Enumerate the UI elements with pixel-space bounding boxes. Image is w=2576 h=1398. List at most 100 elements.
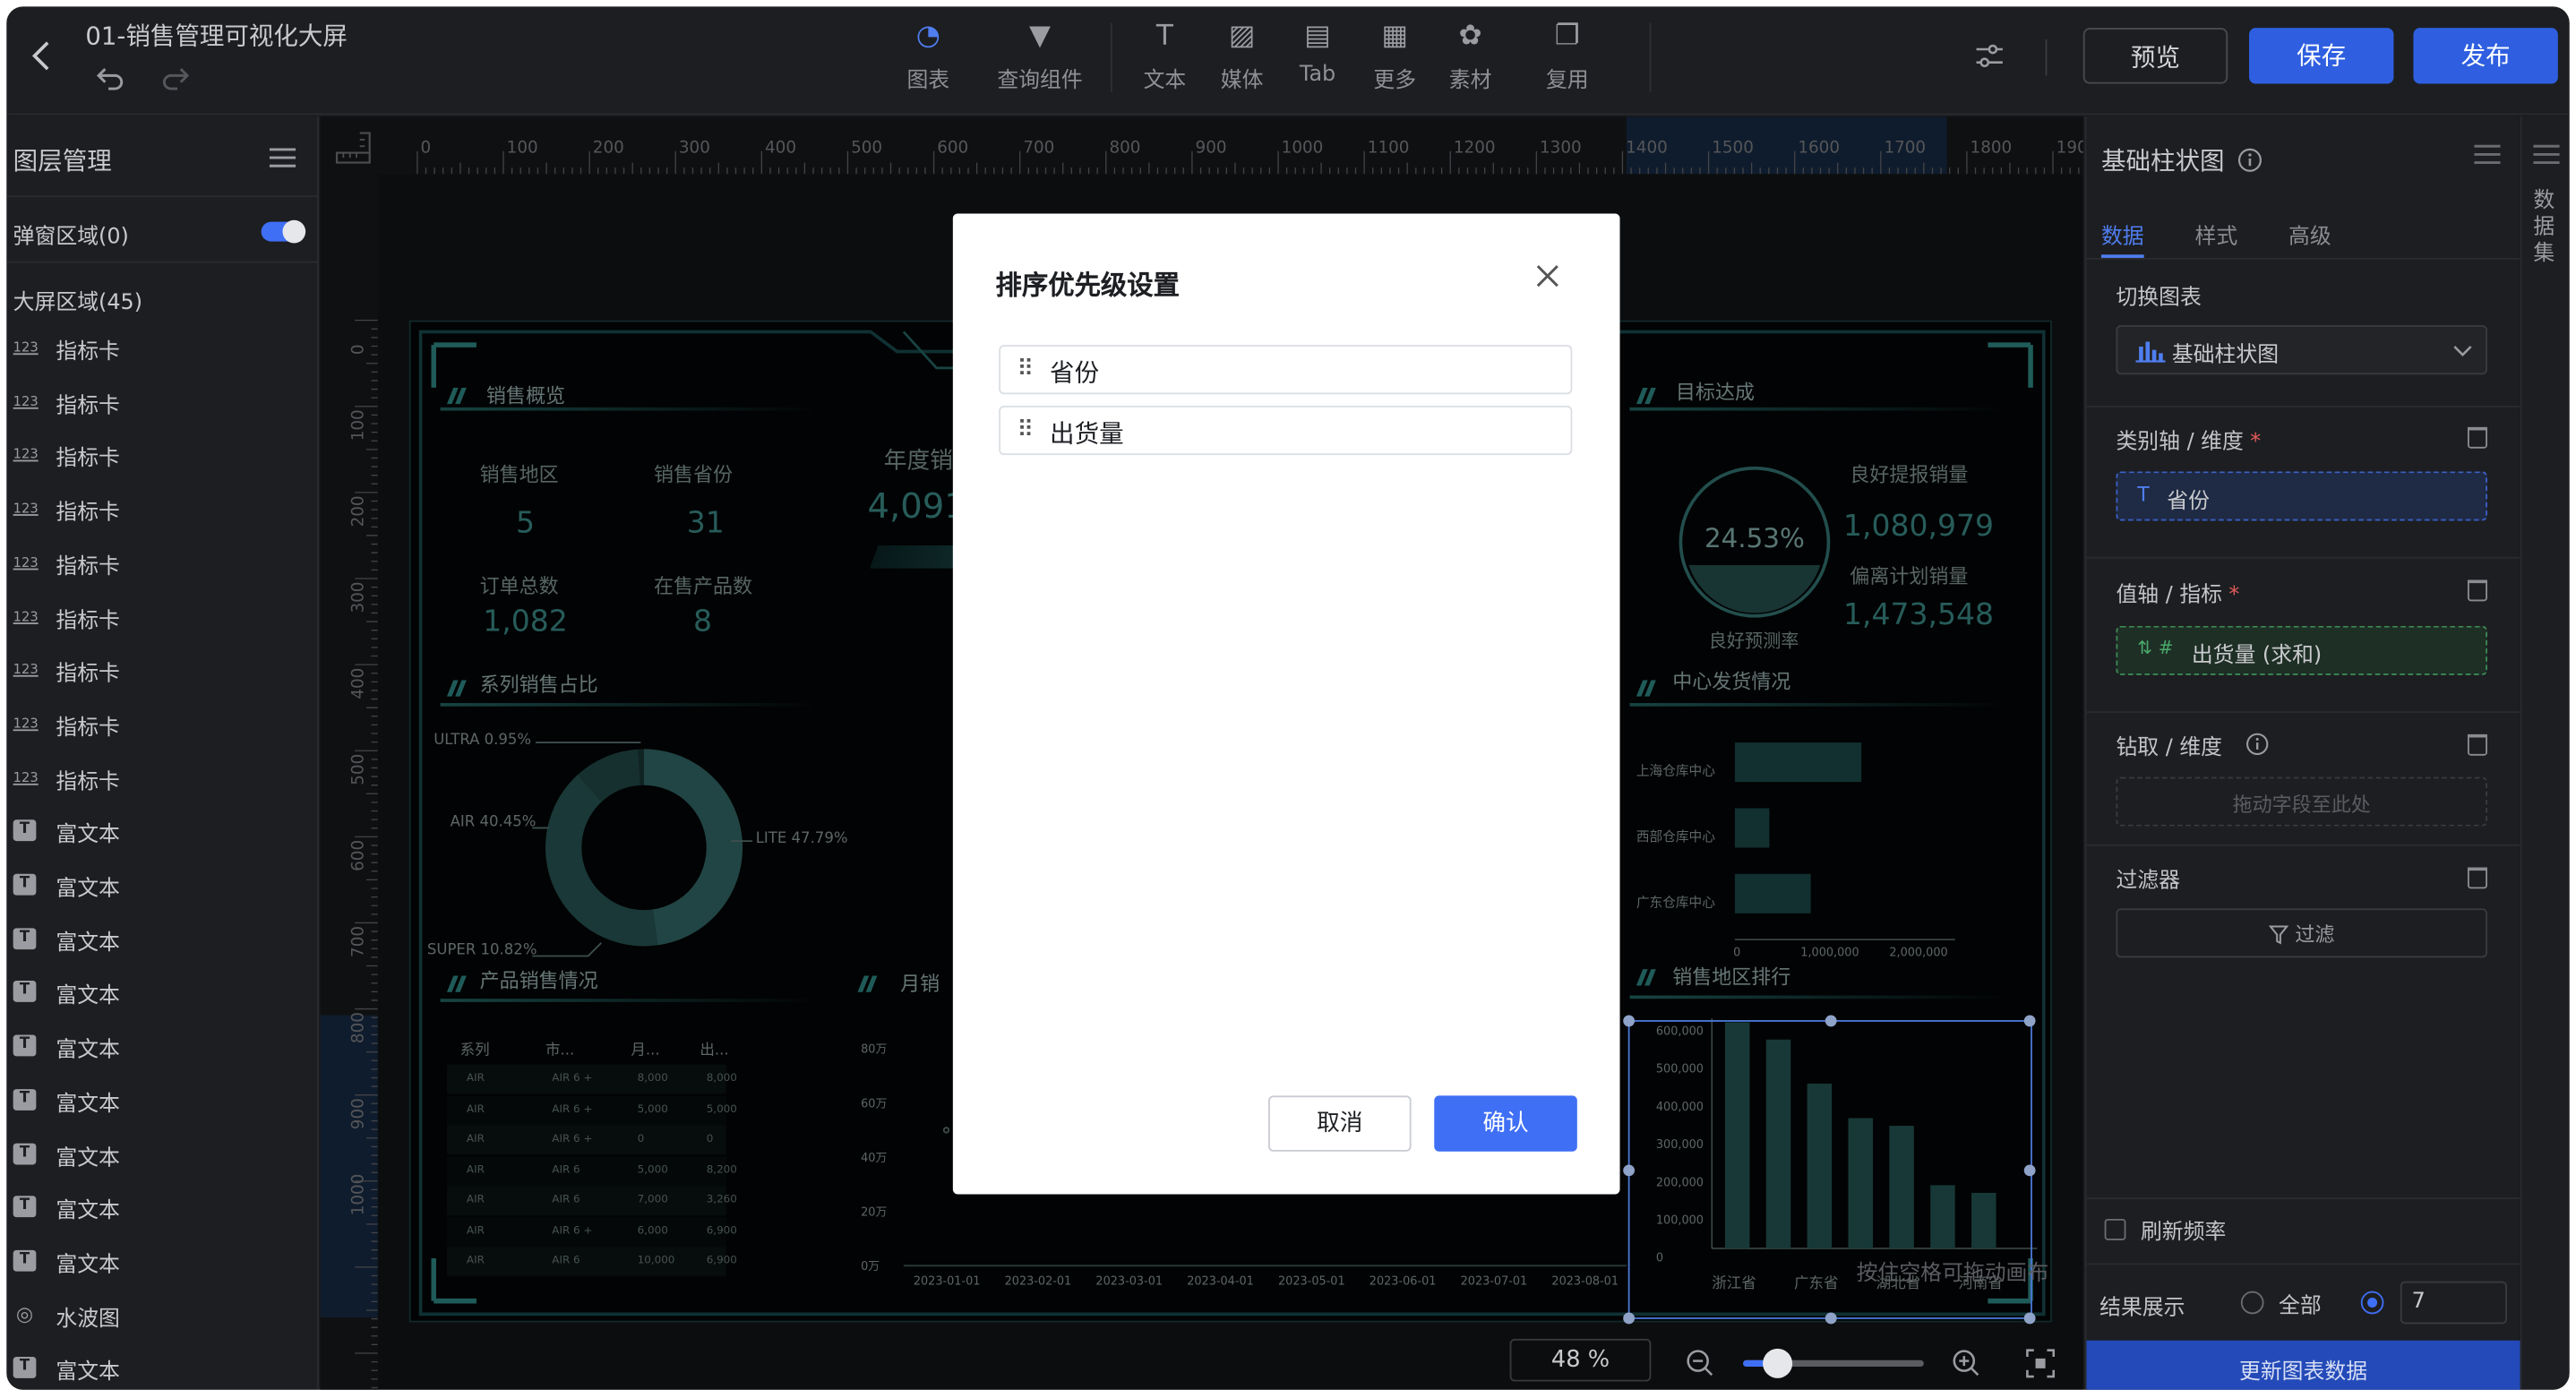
toolbar-divider: [1649, 22, 1652, 92]
drag-handle-icon[interactable]: ⠿: [1017, 356, 1034, 382]
drag-handle-icon[interactable]: ⠿: [1017, 417, 1034, 443]
layer-item[interactable]: 123 指标卡: [6, 536, 318, 591]
sort-item-label: 省份: [1050, 357, 1100, 388]
resize-handle[interactable]: [1825, 1312, 1837, 1325]
layer-item[interactable]: T 富文本: [6, 1128, 318, 1182]
layer-item[interactable]: 123 指标卡: [6, 375, 318, 430]
layer-item[interactable]: 123 指标卡: [6, 644, 318, 699]
number-layer-icon: 123: [13, 339, 39, 356]
layer-item[interactable]: T 富文本: [6, 913, 318, 967]
tool-copy[interactable]: ❐ 复用: [1526, 20, 1609, 94]
tool-pie-chart[interactable]: ◔ 图表: [887, 20, 969, 94]
publish-button[interactable]: 发布: [2413, 28, 2558, 84]
result-count-radio[interactable]: [2360, 1291, 2384, 1315]
layer-item[interactable]: T 富文本: [6, 1181, 318, 1236]
resize-handle[interactable]: [2023, 1312, 2036, 1325]
info-icon[interactable]: [2237, 148, 2263, 173]
layer-item[interactable]: T 富文本: [6, 805, 318, 860]
tab-style[interactable]: 样式: [2194, 219, 2237, 250]
layer-item[interactable]: T 富文本: [6, 1342, 318, 1390]
trash-icon[interactable]: [2467, 579, 2487, 602]
preview-button[interactable]: 预览: [2082, 28, 2228, 84]
settings-sliders-icon[interactable]: [1975, 43, 2005, 69]
tab-data[interactable]: 数据: [2101, 219, 2144, 250]
close-icon[interactable]: [1536, 264, 1559, 287]
resize-handle[interactable]: [1623, 1312, 1636, 1325]
result-count-input[interactable]: 7: [2400, 1281, 2507, 1325]
menu-icon[interactable]: [269, 146, 296, 169]
zoom-input[interactable]: 48 %: [1509, 1338, 1652, 1382]
fit-screen-icon[interactable]: [2026, 1349, 2056, 1378]
menu-icon[interactable]: [2474, 143, 2501, 167]
layer-item[interactable]: 123 指标卡: [6, 698, 318, 752]
zoom-slider-thumb[interactable]: [1763, 1348, 1793, 1378]
popup-area-toggle[interactable]: [261, 219, 306, 244]
layer-item[interactable]: T 富文本: [6, 1074, 318, 1128]
layer-item[interactable]: T 富文本: [6, 859, 318, 913]
cancel-button[interactable]: 取消: [1268, 1095, 1412, 1152]
layer-item[interactable]: 123 指标卡: [6, 322, 318, 377]
layer-item[interactable]: 123 指标卡: [6, 751, 318, 806]
resize-handle[interactable]: [2023, 1015, 2036, 1027]
zoom-in-icon[interactable]: [1952, 1349, 1981, 1378]
save-button[interactable]: 保存: [2249, 28, 2394, 84]
redo-icon[interactable]: [161, 64, 191, 90]
layer-label: 指标卡: [56, 769, 120, 795]
chevron-left-icon[interactable]: [30, 39, 53, 73]
undo-icon[interactable]: [95, 64, 125, 90]
tool-grid[interactable]: ▦ 更多: [1353, 20, 1436, 94]
resize-handle[interactable]: [2023, 1164, 2036, 1177]
tool-text[interactable]: T 文本: [1124, 20, 1206, 94]
text-icon: T: [1155, 20, 1173, 53]
palette-icon: ✿: [1458, 20, 1482, 53]
layer-label: 富文本: [56, 931, 120, 956]
layer-item[interactable]: 123 指标卡: [6, 483, 318, 537]
layer-item[interactable]: T 富文本: [6, 1020, 318, 1075]
sort-item[interactable]: ⠿ 省份: [999, 345, 1573, 395]
tool-palette[interactable]: ✿ 素材: [1430, 20, 1512, 94]
result-all-radio[interactable]: [2240, 1291, 2264, 1315]
layer-label: 指标卡: [56, 608, 120, 634]
layer-label: 富文本: [56, 1038, 120, 1063]
layer-item[interactable]: 123 指标卡: [6, 429, 318, 484]
layer-panel-title: 图层管理: [13, 146, 112, 176]
resize-handle[interactable]: [1623, 1015, 1636, 1027]
switch-chart-label: 切换图表: [2116, 286, 2202, 311]
tab-advanced[interactable]: 高级: [2288, 219, 2331, 250]
pie-chart-icon: ◔: [915, 20, 940, 53]
layer-item[interactable]: 123 指标卡: [6, 590, 318, 645]
layer-label: 指标卡: [56, 339, 120, 365]
layer-item[interactable]: T 富文本: [6, 966, 318, 1021]
layer-item[interactable]: ◎ 水波图: [6, 1289, 318, 1343]
drill-text: 钻取 / 维度: [2116, 735, 2223, 761]
layer-label: 指标卡: [56, 447, 120, 473]
dataset-tab[interactable]: 数据集: [2533, 189, 2559, 268]
divider: [2086, 711, 2520, 714]
menu-icon[interactable]: [2533, 143, 2560, 167]
filter-button[interactable]: 过滤: [2116, 908, 2487, 958]
sort-item[interactable]: ⠿ 出货量: [999, 406, 1573, 456]
text-layer-icon: T: [13, 1357, 37, 1379]
refresh-checkbox[interactable]: [2104, 1218, 2126, 1240]
zoom-out-icon[interactable]: [1686, 1349, 1715, 1378]
trash-icon[interactable]: [2467, 733, 2487, 756]
confirm-button[interactable]: 确认: [1434, 1095, 1577, 1152]
trash-icon[interactable]: [2467, 426, 2487, 449]
tool-filter[interactable]: ▼ 查询组件: [976, 20, 1104, 94]
drill-drop-zone[interactable]: 拖动字段至此处: [2116, 776, 2487, 827]
tool-tab[interactable]: ▤ Tab: [1276, 20, 1359, 87]
tool-image[interactable]: ▨ 媒体: [1201, 20, 1284, 94]
tool-label: 更多: [1373, 69, 1417, 94]
top-toolbar: 01-销售管理可视化大屏 ◔ 图表 ▼ 查询组件 T 文本 ▨ 媒体 ▤ Tab ▦ 更多 ✿ 素材 ❐ 复用…: [6, 6, 2570, 116]
zoom-value: 48 %: [1550, 1347, 1610, 1374]
resize-handle[interactable]: [1825, 1015, 1837, 1027]
trash-icon[interactable]: [2467, 867, 2487, 889]
resize-handle[interactable]: [1623, 1164, 1636, 1177]
info-icon[interactable]: [2245, 733, 2269, 756]
layer-item[interactable]: T 富文本: [6, 1235, 318, 1290]
divider: [2086, 406, 2520, 407]
chart-type-select[interactable]: 基础柱状图: [2116, 325, 2487, 375]
value-field-pill[interactable]: ⇅ # 出货量 (求和): [2116, 625, 2487, 675]
category-field-pill[interactable]: T 省份: [2116, 471, 2487, 521]
update-chart-data-button[interactable]: 更新图表数据: [2086, 1340, 2520, 1390]
